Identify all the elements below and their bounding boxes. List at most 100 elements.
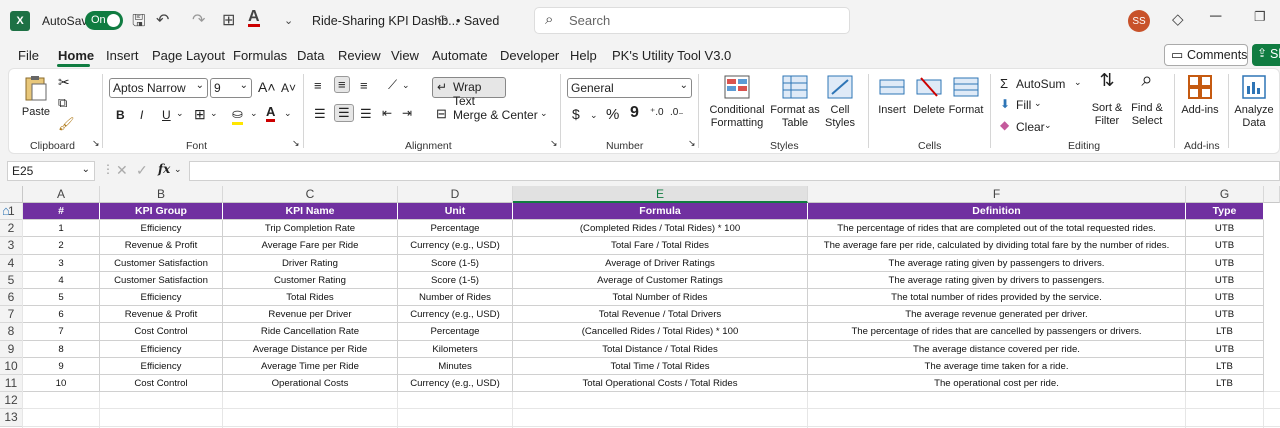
table-cell[interactable]: The operational cost per ride.: [808, 375, 1186, 393]
table-header-cell[interactable]: KPI Name: [223, 203, 398, 221]
table-cell[interactable]: 2: [23, 237, 100, 255]
table-header-cell[interactable]: KPI Group: [100, 203, 223, 221]
table-cell[interactable]: 6: [23, 306, 100, 324]
comments-button[interactable]: ▭ Comments: [1164, 44, 1248, 66]
row-header-11[interactable]: 11: [0, 375, 23, 393]
table-cell[interactable]: The average revenue generated per driver…: [808, 306, 1186, 324]
table-cell[interactable]: The percentage of rides that are complet…: [808, 220, 1186, 238]
align-right-icon[interactable]: ☰: [360, 106, 372, 122]
row-header-6[interactable]: 6: [0, 289, 23, 307]
merge-center-button[interactable]: Merge & Center: [453, 108, 538, 122]
undo-icon[interactable]: ↶: [156, 10, 169, 30]
table-cell[interactable]: Total Number of Rides: [513, 289, 808, 307]
font-color-icon[interactable]: A: [266, 104, 276, 122]
premium-diamond-icon[interactable]: ◇: [1172, 10, 1184, 28]
row-header-5[interactable]: 5: [0, 271, 23, 289]
table-cell[interactable]: UTB: [1186, 237, 1264, 255]
table-cell[interactable]: Efficiency: [100, 220, 223, 238]
copy-icon[interactable]: ⧉: [58, 95, 67, 111]
select-all-corner[interactable]: [0, 186, 23, 203]
percent-button[interactable]: %: [606, 106, 619, 123]
conditional-formatting-button[interactable]: Conditional Formatting: [705, 74, 769, 130]
table-cell[interactable]: Customer Satisfaction: [100, 254, 223, 272]
chevron-down-icon[interactable]: ⌄: [1034, 98, 1042, 109]
table-cell[interactable]: Revenue per Driver: [223, 306, 398, 324]
share-button[interactable]: ⇪Sh: [1252, 44, 1280, 66]
chevron-down-icon[interactable]: ⌄: [1044, 120, 1052, 131]
increase-decimal-icon[interactable]: ⁺.0: [650, 107, 664, 118]
table-cell[interactable]: 3: [23, 254, 100, 272]
row-header-4[interactable]: 4: [0, 254, 23, 272]
table-cell[interactable]: 8: [23, 340, 100, 358]
table-cell[interactable]: Revenue & Profit: [100, 306, 223, 324]
fill-icon[interactable]: ⬇: [1000, 97, 1010, 111]
table-cell[interactable]: Score (1-5): [398, 254, 513, 272]
saved-status[interactable]: • Saved: [456, 14, 499, 28]
autosum-icon[interactable]: Σ: [1000, 76, 1008, 91]
comma-style-button[interactable]: 9: [630, 104, 639, 122]
table-cell[interactable]: LTB: [1186, 323, 1264, 341]
analyze-data-button[interactable]: Analyze Data: [1232, 74, 1276, 130]
table-cell[interactable]: Total Rides: [223, 289, 398, 307]
minimize-icon[interactable]: ─: [1210, 8, 1221, 26]
table-cell[interactable]: Percentage: [398, 323, 513, 341]
table-cell[interactable]: (Completed Rides / Total Rides) * 100: [513, 220, 808, 238]
chevron-down-icon[interactable]: ⌄: [1074, 77, 1082, 88]
orientation-icon[interactable]: ⟋: [388, 77, 397, 93]
number-format-select[interactable]: General ⌄: [567, 78, 692, 98]
table-cell[interactable]: Total Operational Costs / Total Rides: [513, 375, 808, 393]
row-header-7[interactable]: 7: [0, 306, 23, 324]
table-cell[interactable]: Efficiency: [100, 357, 223, 375]
table-cell[interactable]: UTB: [1186, 289, 1264, 307]
column-header-d[interactable]: D: [398, 186, 513, 203]
customize-toolbar-icon[interactable]: ⌄: [284, 14, 293, 27]
table-cell[interactable]: Average Distance per Ride: [223, 340, 398, 358]
format-painter-icon[interactable]: 🖌: [58, 116, 75, 132]
column-header-c[interactable]: C: [223, 186, 398, 203]
row-header-3[interactable]: 3: [0, 237, 23, 255]
table-cell[interactable]: Revenue & Profit: [100, 237, 223, 255]
table-cell[interactable]: The average distance covered per ride.: [808, 340, 1186, 358]
table-cell[interactable]: 9: [23, 357, 100, 375]
table-cell[interactable]: UTB: [1186, 220, 1264, 238]
fill-button[interactable]: Fill: [1016, 98, 1031, 112]
chevron-down-icon[interactable]: ⌄: [250, 108, 258, 119]
table-cell[interactable]: Average of Customer Ratings: [513, 271, 808, 289]
format-as-table-button[interactable]: Format as Table: [770, 74, 820, 130]
borders-icon[interactable]: ⊞: [222, 10, 235, 30]
table-cell[interactable]: (Cancelled Rides / Total Rides) * 100: [513, 323, 808, 341]
italic-button[interactable]: I: [140, 108, 143, 122]
tab-automate[interactable]: Automate: [432, 48, 488, 63]
tab-pk-utility[interactable]: PK's Utility Tool V3.0: [612, 48, 731, 63]
font-size-select[interactable]: 9 ⌄: [210, 78, 252, 98]
table-cell[interactable]: The average rating given by passengers t…: [808, 254, 1186, 272]
table-header-cell[interactable]: Type: [1186, 203, 1264, 221]
table-cell[interactable]: Currency (e.g., USD): [398, 237, 513, 255]
wrap-text-button[interactable]: ↵ Wrap Text: [432, 77, 506, 108]
table-cell[interactable]: Total Revenue / Total Drivers: [513, 306, 808, 324]
table-cell[interactable]: Currency (e.g., USD): [398, 306, 513, 324]
row-header-10[interactable]: 10: [0, 357, 23, 375]
table-cell[interactable]: The average fare per ride, calculated by…: [808, 237, 1186, 255]
table-header-cell[interactable]: Definition: [808, 203, 1186, 221]
autosave-toggle[interactable]: On: [85, 11, 123, 30]
clear-icon[interactable]: ◆: [1000, 118, 1009, 132]
align-bottom-icon[interactable]: ≡: [360, 78, 368, 93]
font-color-icon[interactable]: A: [248, 9, 260, 27]
table-cell[interactable]: Trip Completion Rate: [223, 220, 398, 238]
table-cell[interactable]: 1: [23, 220, 100, 238]
cancel-icon[interactable]: ✕: [116, 162, 128, 179]
align-top-icon[interactable]: ≡: [314, 78, 322, 93]
row-header-9[interactable]: 9: [0, 340, 23, 358]
row-header-12[interactable]: 12: [0, 392, 23, 410]
decrease-indent-icon[interactable]: ⇤: [382, 106, 392, 120]
cell-styles-button[interactable]: Cell Styles: [820, 74, 860, 130]
table-cell[interactable]: Minutes: [398, 357, 513, 375]
table-cell[interactable]: Cost Control: [100, 375, 223, 393]
tab-home[interactable]: Home: [58, 48, 94, 63]
chevron-down-icon[interactable]: ⌄: [540, 108, 548, 119]
tab-data[interactable]: Data: [297, 48, 324, 63]
table-header-cell[interactable]: Formula: [513, 203, 808, 221]
table-cell[interactable]: UTB: [1186, 306, 1264, 324]
table-cell[interactable]: 10: [23, 375, 100, 393]
